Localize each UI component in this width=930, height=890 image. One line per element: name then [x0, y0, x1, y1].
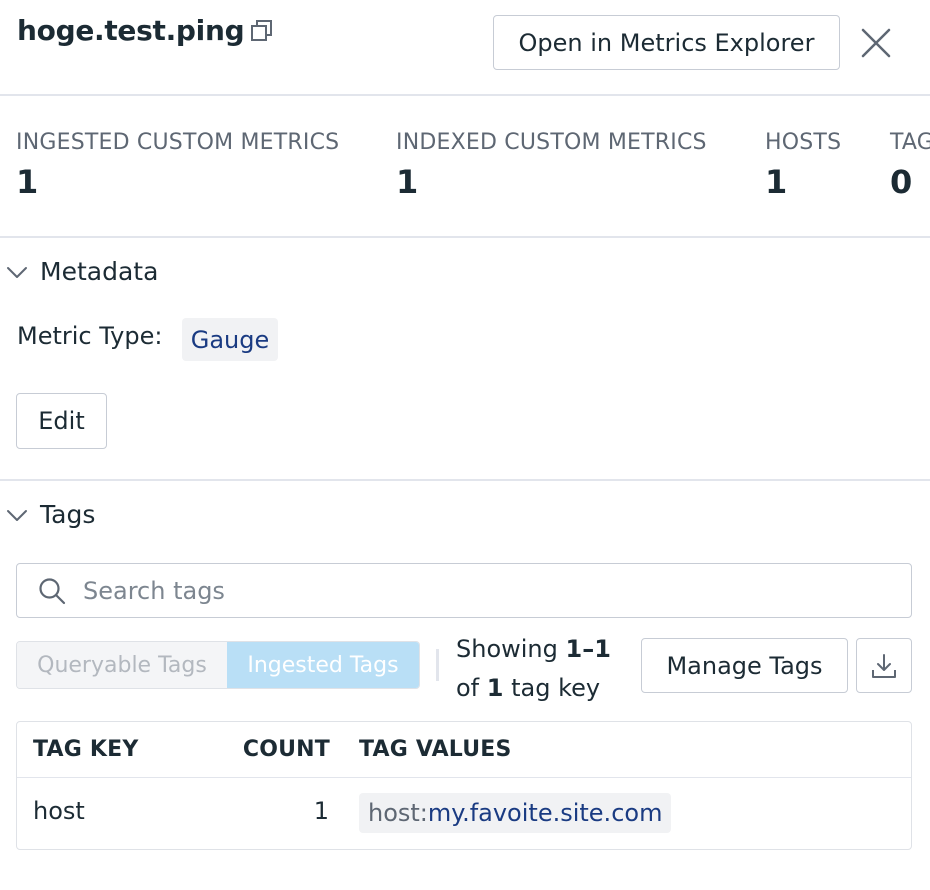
download-icon — [872, 653, 896, 678]
search-tags-box — [16, 563, 912, 618]
stat-label: HOSTS — [765, 130, 842, 155]
ingested-tags-tab[interactable]: Ingested Tags — [226, 642, 419, 688]
metadata-section-title: Metadata — [40, 257, 159, 286]
stat-ingested-custom-metrics: INGESTED CUSTOM METRICS 1 — [16, 130, 339, 201]
column-header-tag-key[interactable]: TAG KEY — [33, 737, 138, 762]
search-tags-input[interactable] — [83, 576, 863, 605]
showing-of: of — [456, 674, 480, 702]
edit-metadata-button[interactable]: Edit — [16, 393, 107, 449]
tag-value-key: host: — [368, 799, 428, 827]
search-icon — [39, 577, 66, 604]
section-divider — [0, 479, 930, 481]
tags-section-title: Tags — [40, 500, 96, 529]
tags-table: TAG KEY COUNT TAG VALUES host 1 host: my.… — [16, 721, 912, 850]
manage-tags-button[interactable]: Manage Tags — [641, 638, 848, 693]
showing-total: 1 — [486, 674, 504, 702]
open-in-metrics-explorer-button[interactable]: Open in Metrics Explorer — [493, 15, 840, 70]
stat-value: 1 — [396, 163, 419, 201]
showing-suffix: tag key — [511, 674, 601, 702]
stat-tags: TAGS 0 — [890, 130, 930, 201]
table-header: TAG KEY COUNT TAG VALUES — [17, 722, 911, 778]
stat-value: 1 — [765, 163, 788, 201]
metric-name-title: hoge.test.ping — [17, 14, 245, 47]
stat-value: 0 — [890, 163, 913, 201]
column-header-tag-values[interactable]: TAG VALUES — [359, 737, 512, 762]
toolbar-separator — [436, 649, 439, 681]
chevron-down-icon — [7, 509, 27, 521]
stat-value: 1 — [16, 163, 39, 201]
stat-label: INDEXED CUSTOM METRICS — [396, 130, 707, 155]
showing-range: 1–1 — [565, 635, 611, 663]
tags-view-toggle: Queryable Tags Ingested Tags — [16, 641, 420, 689]
tags-section-toggle[interactable]: Tags — [0, 500, 95, 529]
metric-type-label: Metric Type: — [17, 322, 163, 350]
tag-value-pill[interactable]: host: my.favoite.site.com — [359, 793, 672, 833]
close-icon[interactable] — [857, 24, 895, 62]
tag-value-val: my.favoite.site.com — [427, 799, 663, 827]
tag-count-cell: 1 — [313, 797, 329, 825]
stat-indexed-custom-metrics: INDEXED CUSTOM METRICS 1 — [396, 130, 707, 201]
copy-icon[interactable] — [249, 18, 275, 44]
metric-stats-bar: INGESTED CUSTOM METRICS 1 INDEXED CUSTOM… — [0, 96, 930, 238]
showing-prefix: Showing — [456, 635, 558, 663]
download-button[interactable] — [856, 638, 912, 693]
stat-label: TAGS — [890, 130, 930, 155]
metadata-section-toggle[interactable]: Metadata — [0, 257, 158, 286]
stat-hosts: HOSTS 1 — [765, 130, 841, 201]
stat-label: INGESTED CUSTOM METRICS — [16, 130, 340, 155]
column-header-count[interactable]: COUNT — [243, 737, 330, 762]
tag-key-cell: host — [33, 797, 85, 825]
queryable-tags-tab[interactable]: Queryable Tags — [17, 642, 227, 688]
metric-type-badge: Gauge — [182, 318, 278, 361]
chevron-down-icon — [7, 266, 27, 278]
showing-count-text: Showing 1–1 of 1 tag key — [456, 630, 611, 708]
drawer-header: hoge.test.ping Open in Metrics Explorer — [0, 0, 930, 96]
